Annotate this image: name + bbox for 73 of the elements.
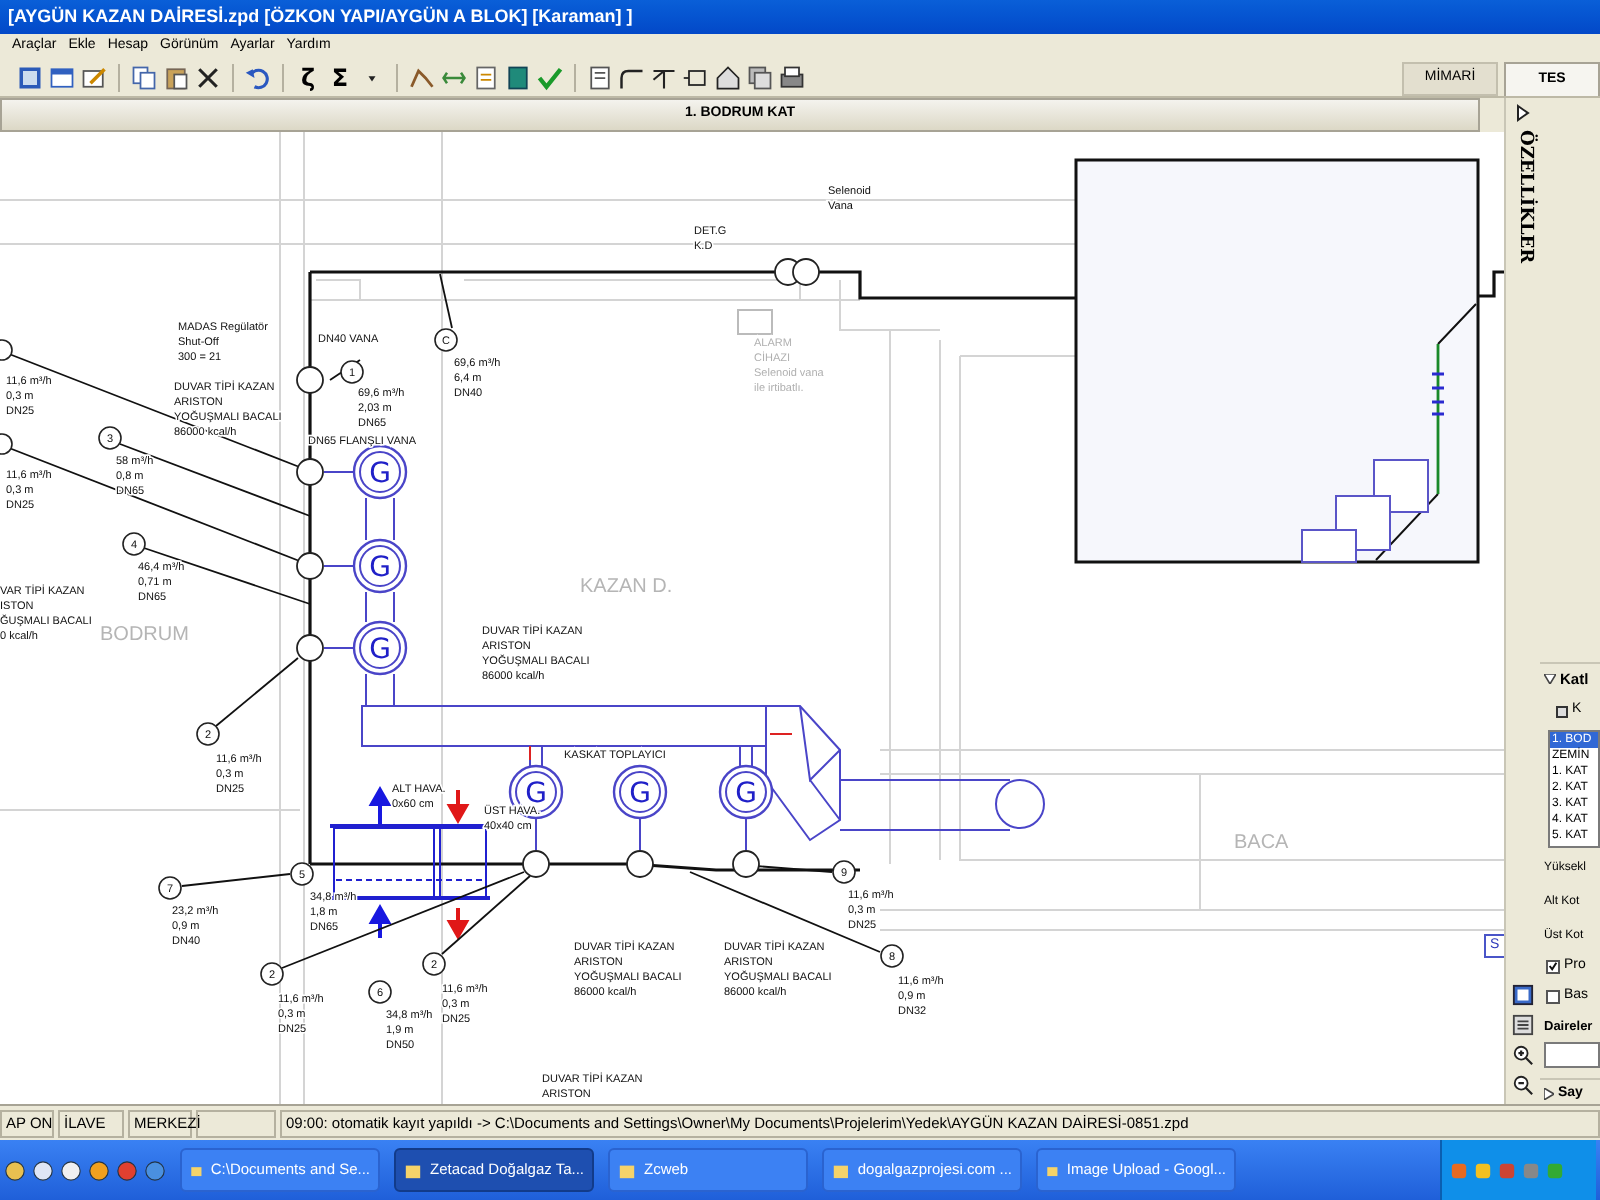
valve-symbol [626,850,654,878]
leader-line [329,359,361,381]
status-cell [196,1109,276,1137]
sigma-symbol[interactable]: Σ [326,65,354,89]
pipe-line [365,673,367,707]
undo-icon[interactable] [244,63,272,91]
alarm-device-symbol [737,309,773,335]
expand-triangle-icon[interactable] [1544,1087,1554,1100]
valve-symbol [296,366,324,394]
pipe-line [751,745,753,767]
layers-icon[interactable] [746,63,774,91]
window-icon [832,1161,850,1179]
pipe-line [365,497,367,541]
book-icon[interactable] [504,63,532,91]
up-arrow-icon [370,785,390,826]
expand-arrow-icon[interactable] [1516,104,1530,122]
room-label: BACA [1234,832,1289,854]
window-icon [190,1161,203,1179]
window-icon [618,1161,636,1179]
list-view-icon[interactable] [1512,1014,1534,1036]
pipe-line [639,817,641,851]
zoom-out-icon[interactable] [1512,1074,1534,1096]
check-icon[interactable] [536,63,564,91]
zeta-symbol[interactable]: ζ [294,65,322,89]
pipe-line [393,497,395,541]
copy-icon[interactable] [130,63,158,91]
down-arrow-icon [448,788,468,825]
pipe-line [323,471,355,473]
page-icon[interactable] [586,63,614,91]
boiler-symbol: G [612,764,668,820]
note-icon[interactable] [472,63,500,91]
grid-window-icon[interactable] [16,63,44,91]
leader-line [439,273,453,329]
valve-symbol [296,634,324,662]
edit-icon[interactable] [80,63,108,91]
pipe-line [393,673,395,707]
level-icon[interactable] [1556,705,1568,717]
house-icon[interactable] [714,63,742,91]
room-label: BODRUM [100,624,189,646]
valve-symbol [522,850,550,878]
roof-icon[interactable] [408,63,436,91]
valve-symbol [296,552,324,580]
pipe-line [745,817,747,851]
checkbox[interactable] [1546,959,1560,973]
fit-view-icon[interactable] [1512,984,1534,1006]
room-label: KAZAN D. [580,576,673,598]
up-arrow-icon [370,903,390,940]
paste-icon[interactable] [162,63,190,91]
window-title: [AYGÜN KAZAN DAİRESİ.zpd [ÖZKON YAPI/AYGÜN A BLOK] [Karaman] ] [8,3,633,30]
down-arrow-icon [448,906,468,941]
boiler-symbol: G [352,444,408,500]
input-field[interactable] [1544,1041,1600,1067]
zoom-in-icon[interactable] [1512,1044,1534,1066]
valve-symbol [296,458,324,486]
panel-title: ÖZELLİKLER [1512,130,1537,264]
pipe-line [323,647,355,649]
valve-symbol [792,258,820,286]
boiler-symbol: G [352,620,408,676]
leader-line [215,657,299,727]
pipe-line [739,745,741,767]
printer-icon[interactable] [778,63,806,91]
boiler-symbol: G [718,764,774,820]
checkbox[interactable] [1546,990,1560,1004]
valve-symbol [732,850,760,878]
boiler-symbol: G [352,538,408,594]
pipe-line [393,591,395,623]
window-icon [404,1161,422,1179]
window-icon [1046,1161,1059,1179]
collapse-triangle-icon[interactable] [1544,674,1556,685]
delete-icon[interactable] [194,63,222,91]
pipe-line [365,591,367,623]
pipe-line [323,565,355,567]
window-icon[interactable] [48,63,76,91]
